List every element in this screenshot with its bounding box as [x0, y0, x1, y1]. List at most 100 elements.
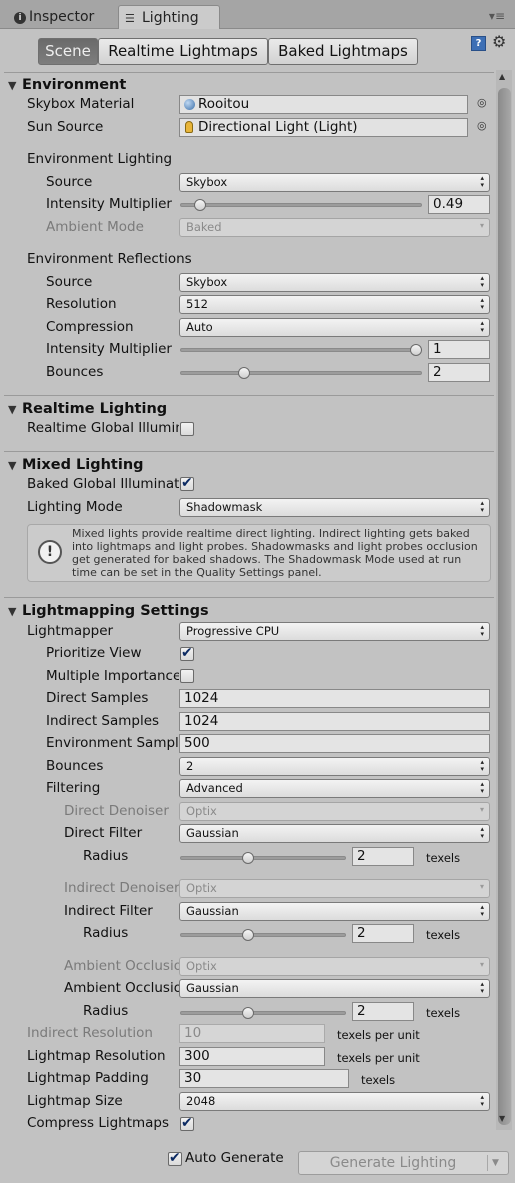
segment-baked-lightmaps[interactable]: Baked Lightmaps — [268, 38, 418, 65]
skybox-material-value: Rooitou — [198, 96, 250, 112]
lightmap-padding-unit: texels — [361, 1073, 396, 1087]
lightmapper-label: Lightmapper — [27, 623, 114, 639]
env-source-dropdown[interactable]: Skybox — [179, 173, 490, 192]
env-source-label: Source — [46, 174, 93, 190]
compress-lightmaps-checkbox[interactable] — [180, 1115, 194, 1131]
compression-dropdown[interactable]: Auto — [179, 318, 490, 337]
section-divider — [4, 451, 494, 452]
menu-icon[interactable]: ▾≡ — [489, 9, 505, 23]
realtime-lighting-header[interactable]: ▼ Realtime Lighting — [8, 399, 167, 419]
realtime-gi-checkbox[interactable] — [180, 422, 194, 436]
direct-radius-slider-track[interactable] — [180, 856, 346, 860]
sun-source-label: Sun Source — [27, 119, 104, 135]
resolution-dropdown[interactable]: 512 — [179, 295, 490, 314]
dropdown-divider — [487, 1155, 488, 1171]
refl-intensity-slider-knob[interactable] — [410, 344, 422, 356]
section-divider — [4, 72, 494, 73]
direct-samples-field[interactable]: 1024 — [179, 689, 490, 708]
prioritize-view-checkbox[interactable] — [180, 645, 194, 661]
gear-icon[interactable]: ⚙ — [492, 32, 506, 51]
warning-icon: ! — [38, 540, 62, 564]
env-bounces-slider-knob[interactable] — [238, 367, 250, 379]
auto-generate-label: Auto Generate — [185, 1150, 284, 1166]
direct-filter-dropdown[interactable]: Gaussian — [179, 824, 490, 843]
object-picker-icon[interactable]: ◎ — [477, 96, 487, 109]
segment-scene[interactable]: Scene — [38, 38, 98, 65]
lightmap-size-dropdown[interactable]: 2048 — [179, 1092, 490, 1111]
baked-gi-checkbox[interactable] — [180, 475, 194, 491]
scroll-up-icon[interactable]: ▲ — [499, 72, 505, 81]
realtime-lighting-header-label: Realtime Lighting — [22, 401, 168, 417]
indirect-samples-field[interactable]: 1024 — [179, 712, 490, 731]
lightmap-padding-field[interactable]: 30 — [179, 1069, 349, 1088]
environment-header[interactable]: ▼ Environment — [8, 75, 126, 95]
intensity-slider-track[interactable] — [180, 203, 422, 207]
lightmapper-dropdown[interactable]: Progressive CPU — [179, 622, 490, 641]
compression-label: Compression — [46, 319, 134, 335]
lightmap-resolution-field[interactable]: 300 — [179, 1047, 325, 1066]
refl-intensity-slider-track[interactable] — [180, 348, 422, 352]
tab-lighting[interactable]: ☰ Lighting — [118, 5, 220, 30]
ao-radius-field[interactable]: 2 — [352, 1002, 414, 1021]
mixed-lighting-header[interactable]: ▼ Mixed Lighting — [8, 455, 144, 475]
lightmap-size-label: Lightmap Size — [27, 1093, 123, 1109]
mixed-lighting-header-label: Mixed Lighting — [22, 457, 144, 473]
tab-inspector[interactable]: i Inspector — [8, 5, 112, 29]
lighting-mode-label: Lighting Mode — [27, 499, 123, 515]
sun-source-value: Directional Light (Light) — [198, 119, 358, 135]
realtime-gi-label: Realtime Global Illumination — [27, 420, 179, 436]
help-icon[interactable]: ? — [471, 36, 486, 51]
direct-radius-slider-knob[interactable] — [242, 852, 254, 864]
ao-denoiser-label: Ambient Occlusion Denoiser — [64, 958, 179, 974]
indirect-samples-label: Indirect Samples — [46, 713, 160, 729]
tab-inspector-label: Inspector — [29, 9, 95, 25]
object-picker-icon[interactable]: ◎ — [477, 119, 487, 132]
ao-radius-slider-track[interactable] — [180, 1011, 346, 1015]
indirect-radius-unit: texels — [426, 928, 461, 942]
ambient-mode-label: Ambient Mode — [46, 219, 144, 235]
generate-lighting-button[interactable]: Generate Lighting ▼ — [298, 1151, 509, 1175]
intensity-slider-knob[interactable] — [194, 199, 206, 211]
scrollbar-thumb[interactable] — [498, 88, 511, 1125]
refl-intensity-value-field[interactable]: 1 — [428, 340, 490, 359]
lm-bounces-label: Bounces — [46, 758, 104, 774]
auto-generate-checkbox[interactable] — [168, 1150, 182, 1166]
mis-label: Multiple Importance Sampling — [46, 668, 179, 684]
ao-denoiser-dropdown: Optix — [179, 957, 490, 976]
lighting-mode-dropdown[interactable]: Shadowmask — [179, 498, 490, 517]
environment-header-label: Environment — [22, 77, 127, 93]
ao-filter-dropdown[interactable]: Gaussian — [179, 979, 490, 998]
refl-source-dropdown[interactable]: Skybox — [179, 273, 490, 292]
indirect-radius-field[interactable]: 2 — [352, 924, 414, 943]
direct-samples-label: Direct Samples — [46, 690, 149, 706]
segment-realtime-lightmaps[interactable]: Realtime Lightmaps — [98, 38, 268, 65]
env-bounces-slider-track[interactable] — [180, 371, 422, 375]
generate-lighting-label: Generate Lighting — [329, 1155, 457, 1171]
lighting-icon: ☰ — [125, 12, 135, 25]
indirect-radius-slider-knob[interactable] — [242, 929, 254, 941]
info-icon: i — [14, 12, 26, 24]
sun-source-field[interactable]: Directional Light (Light) — [179, 118, 468, 137]
refl-intensity-label: Intensity Multiplier — [46, 341, 172, 357]
env-bounces-value-field[interactable]: 2 — [428, 363, 490, 382]
indirect-filter-label: Indirect Filter — [64, 903, 153, 919]
lm-bounces-dropdown[interactable]: 2 — [179, 757, 490, 776]
mis-checkbox[interactable] — [180, 669, 194, 683]
filtering-dropdown[interactable]: Advanced — [179, 779, 490, 798]
intensity-value-field[interactable]: 0.49 — [428, 195, 490, 214]
indirect-radius-slider-track[interactable] — [180, 933, 346, 937]
section-divider — [4, 597, 494, 598]
lightmap-resolution-unit: texels per unit — [337, 1051, 420, 1065]
chevron-down-icon[interactable]: ▼ — [492, 1152, 499, 1174]
environment-samples-field[interactable]: 500 — [179, 734, 490, 753]
ao-radius-label: Radius — [83, 1003, 129, 1019]
skybox-material-field[interactable]: Rooitou — [179, 95, 468, 114]
indirect-filter-dropdown[interactable]: Gaussian — [179, 902, 490, 921]
indirect-radius-label: Radius — [83, 925, 129, 941]
ao-radius-slider-knob[interactable] — [242, 1007, 254, 1019]
lightmapping-settings-header[interactable]: ▼ Lightmapping Settings — [8, 601, 209, 621]
scroll-down-icon[interactable]: ▼ — [499, 1114, 505, 1123]
direct-radius-field[interactable]: 2 — [352, 847, 414, 866]
direct-denoiser-label: Direct Denoiser — [64, 803, 169, 819]
foldout-open-icon: ▼ — [8, 79, 17, 92]
